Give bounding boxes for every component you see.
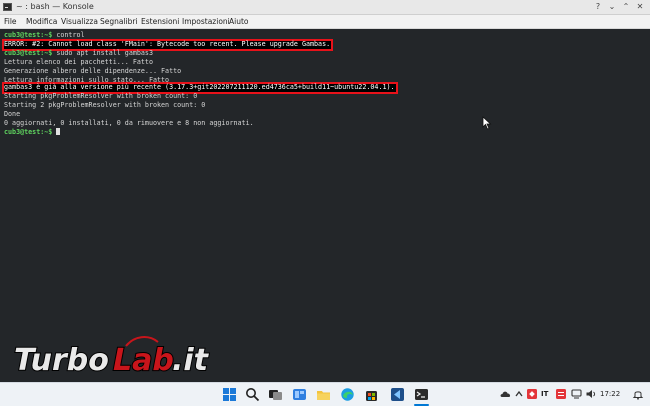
svg-text:.it: .it xyxy=(172,343,210,378)
windows-start-icon[interactable] xyxy=(222,387,237,402)
clock-time[interactable]: 17:22 xyxy=(600,390,620,398)
chevron-up-icon[interactable] xyxy=(514,389,524,399)
terminal-line: cub3@test:~$ sudo apt install gambas3 xyxy=(4,49,153,58)
terminal-line: Starting pkgProblemResolver with broken … xyxy=(4,92,198,100)
edge-browser-icon[interactable] xyxy=(340,387,355,402)
menu-modifica[interactable]: Modifica xyxy=(26,17,57,26)
turbolab-watermark-logo: Turbo Lab .it xyxy=(13,336,211,378)
terminal-line: Done xyxy=(4,110,21,118)
konsole-app-icon xyxy=(3,3,12,11)
close-button[interactable]: ✕ xyxy=(634,1,646,13)
terminal-icon[interactable] xyxy=(414,387,429,402)
menu-aiuto[interactable]: Aiuto xyxy=(229,17,249,26)
error-line: ERROR: #2: Cannot load class 'FMain': By… xyxy=(4,40,331,48)
maximize-button[interactable]: ⌃ xyxy=(620,1,632,13)
network-icon[interactable] xyxy=(570,388,583,400)
onedrive-icon[interactable] xyxy=(500,388,512,400)
menubar: File Modifica Visualizza Segnalibri Este… xyxy=(0,15,650,29)
terminal-line: 0 aggiornati, 0 installati, 0 da rimuove… xyxy=(4,119,254,127)
svg-text:Lab: Lab xyxy=(113,343,174,378)
menu-impostazioni[interactable]: Impostazioni xyxy=(182,17,230,26)
command-text: sudo apt install gambas3 xyxy=(52,49,153,57)
windows-taskbar: IT 17:22 xyxy=(0,382,650,406)
menu-file[interactable]: File xyxy=(4,17,17,26)
terminal-prompt: cub3@test:~$ xyxy=(4,128,53,136)
version-line: gambas3 è già alla versione più recente … xyxy=(4,83,395,91)
menu-segnalibri[interactable]: Segnalibri xyxy=(100,17,138,26)
terminal-prompt: cub3@test:~$ xyxy=(4,49,53,57)
terminal-line: cub3@test:~$ xyxy=(4,128,61,137)
desktop-screen: ~ : bash — Konsole ? ⌄ ⌃ ✕ File Modifica… xyxy=(0,0,650,406)
window-titlebar[interactable]: ~ : bash — Konsole ? ⌄ ⌃ ✕ xyxy=(0,0,650,15)
terminal-line: Lettura elenco dei pacchetti... Fatto xyxy=(4,58,153,66)
terminal-prompt: cub3@test:~$ xyxy=(4,31,53,39)
window-title: ~ : bash — Konsole xyxy=(16,2,94,11)
menu-estensioni[interactable]: Estensioni xyxy=(141,17,179,26)
task-view-icon[interactable] xyxy=(268,387,283,402)
language-indicator[interactable]: IT xyxy=(541,390,548,398)
widgets-icon[interactable] xyxy=(292,387,307,402)
vscode-icon[interactable] xyxy=(390,387,405,402)
volume-icon[interactable] xyxy=(585,388,597,400)
mouse-pointer-icon xyxy=(482,116,492,130)
keyboard-layout-icon[interactable] xyxy=(555,388,567,400)
help-button[interactable]: ? xyxy=(592,1,604,13)
search-icon[interactable] xyxy=(245,387,260,402)
terminal-area[interactable]: cub3@test:~$ control ERROR: #2: Cannot l… xyxy=(0,29,650,382)
svg-text:Turbo: Turbo xyxy=(14,343,109,378)
store-icon[interactable] xyxy=(364,387,379,402)
anydesk-icon[interactable] xyxy=(526,388,538,400)
minimize-button[interactable]: ⌄ xyxy=(606,1,618,13)
terminal-line: Generazione albero delle dipendenze... F… xyxy=(4,67,182,75)
file-explorer-icon[interactable] xyxy=(316,387,331,402)
command-text: control xyxy=(52,31,85,39)
menu-visualizza[interactable]: Visualizza xyxy=(61,17,98,26)
text-cursor xyxy=(56,128,61,135)
terminal-line: Starting 2 pkgProblemResolver with broke… xyxy=(4,101,206,109)
notification-bell-icon[interactable] xyxy=(632,388,644,400)
